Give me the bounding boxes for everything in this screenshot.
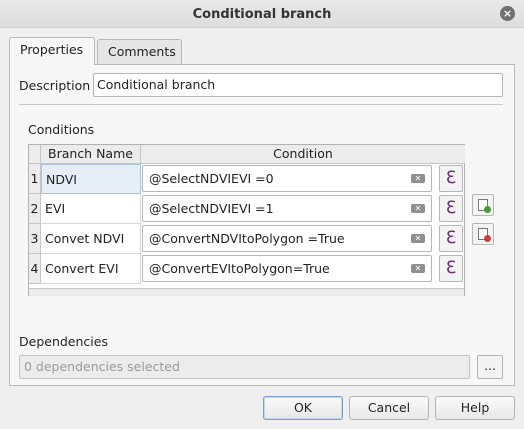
clear-icon[interactable]: ✕ xyxy=(411,264,425,273)
conditions-table: Branch Name Condition 1 NDVI @SelectNDVI… xyxy=(28,144,465,296)
window-title: Conditional branch xyxy=(192,7,332,22)
expression-icon[interactable]: ℇ xyxy=(439,195,463,222)
expression-icon[interactable]: ℇ xyxy=(439,225,463,252)
cancel-button[interactable]: Cancel xyxy=(349,396,429,420)
condition-text: @SelectNDVIEVI =0 xyxy=(149,171,274,186)
column-header-branch-name[interactable]: Branch Name xyxy=(41,145,141,164)
remove-row-button[interactable] xyxy=(472,223,494,245)
column-header-condition[interactable]: Condition xyxy=(141,145,465,164)
condition-text: @ConvertEVItoPolygon=True xyxy=(149,261,330,276)
condition-input[interactable]: @SelectNDVIEVI =0 ✕ xyxy=(142,165,432,192)
help-button[interactable]: Help xyxy=(435,396,515,420)
browse-dependencies-button[interactable]: ... xyxy=(477,355,503,379)
condition-input[interactable]: @ConvertNDVItoPolygon =True ✕ xyxy=(142,225,432,252)
title-bar: Conditional branch × xyxy=(0,0,524,28)
tab-comments[interactable]: Comments xyxy=(97,39,182,65)
close-icon[interactable]: × xyxy=(500,6,515,21)
row-number[interactable]: 4 xyxy=(29,254,41,284)
add-row-button[interactable] xyxy=(472,194,494,216)
dependencies-field: 0 dependencies selected xyxy=(19,355,470,379)
conditions-label: Conditions xyxy=(28,122,95,137)
add-icon xyxy=(484,206,491,213)
row-number[interactable]: 2 xyxy=(29,194,41,224)
description-label: Description xyxy=(19,78,91,93)
ok-button[interactable]: OK xyxy=(263,396,343,420)
expression-icon[interactable]: ℇ xyxy=(439,255,463,282)
clear-icon[interactable]: ✕ xyxy=(411,234,425,243)
row-number[interactable]: 3 xyxy=(29,224,41,254)
condition-input[interactable]: @ConvertEVItoPolygon=True ✕ xyxy=(142,255,432,282)
branch-name-cell[interactable]: NDVI xyxy=(41,164,141,194)
clear-icon[interactable]: ✕ xyxy=(411,174,425,183)
dependencies-label: Dependencies xyxy=(19,334,108,349)
condition-text: @ConvertNDVItoPolygon =True xyxy=(149,231,345,246)
row-number[interactable]: 1 xyxy=(29,164,41,194)
remove-icon xyxy=(484,235,491,242)
horizontal-scrollbar[interactable] xyxy=(29,288,464,296)
branch-name-cell[interactable]: EVI xyxy=(41,194,141,224)
branch-name-cell[interactable]: Convet NDVI xyxy=(41,224,141,254)
expression-icon[interactable]: ℇ xyxy=(439,165,463,192)
divider xyxy=(19,104,503,105)
condition-text: @SelectNDVIEVI =1 xyxy=(149,201,274,216)
description-input[interactable]: Conditional branch xyxy=(93,73,503,97)
table-corner[interactable] xyxy=(29,145,41,164)
branch-name-cell[interactable]: Convert EVI xyxy=(41,254,141,284)
clear-icon[interactable]: ✕ xyxy=(411,204,425,213)
tab-properties[interactable]: Properties xyxy=(9,37,95,65)
condition-input[interactable]: @SelectNDVIEVI =1 ✕ xyxy=(142,195,432,222)
